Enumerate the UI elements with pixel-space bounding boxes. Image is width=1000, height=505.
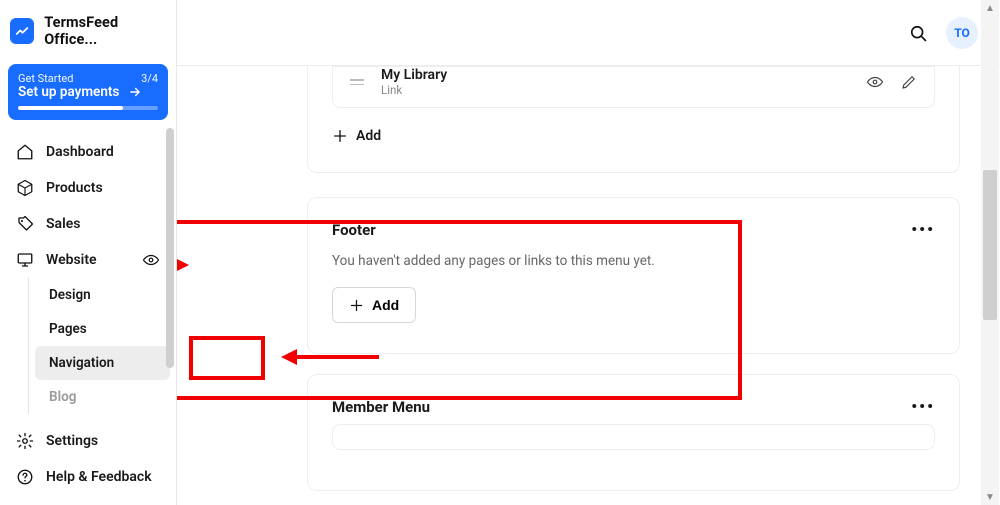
more-menu-icon[interactable]: ••• [911, 397, 935, 416]
tag-icon [16, 215, 34, 233]
pencil-icon[interactable] [900, 73, 918, 91]
page-scrollbar-thumb[interactable] [983, 170, 997, 320]
scrollbar-up-arrow[interactable]: ▲ [981, 0, 999, 16]
sidebar-subitem-design[interactable]: Design [35, 278, 170, 312]
search-icon[interactable] [908, 23, 928, 43]
sidebar-item-sales[interactable]: Sales [6, 206, 170, 242]
sidebar-item-settings[interactable]: Settings [6, 423, 170, 459]
get-started-banner[interactable]: Get Started 3/4 Set up payments [8, 64, 168, 120]
card-title: Member Menu [332, 398, 430, 416]
menu-row[interactable]: My Library Link [333, 66, 934, 107]
get-started-progress: 3/4 [141, 72, 158, 85]
home-icon [16, 143, 34, 161]
monitor-icon [16, 251, 34, 269]
row-subtitle: Link [381, 83, 850, 97]
card-top-menu: Link My Library Link [307, 66, 960, 173]
more-menu-icon[interactable]: ••• [911, 220, 935, 239]
sidebar-item-label: Help & Feedback [46, 469, 152, 485]
card-footer: Footer ••• You haven't added any pages o… [307, 197, 960, 354]
card-title: Footer [332, 221, 376, 239]
add-item-link[interactable]: Add [332, 122, 381, 150]
row-title: My Library [381, 67, 850, 83]
sidebar-subitem-pages[interactable]: Pages [35, 312, 170, 346]
get-started-cta: Set up payments [18, 84, 119, 100]
get-started-progress-bar [18, 106, 158, 110]
arrow-right-icon [127, 85, 143, 99]
gear-icon [16, 432, 34, 450]
eye-icon[interactable] [866, 73, 884, 91]
sidebar-subitem-blog[interactable]: Blog [35, 380, 170, 414]
sidebar-item-products[interactable]: Products [6, 170, 170, 206]
card-description: You haven't added any pages or links to … [332, 253, 935, 269]
sidebar-subitem-navigation[interactable]: Navigation [35, 346, 170, 380]
sidebar-item-label: Settings [46, 433, 98, 449]
sidebar-item-website[interactable]: Website [6, 242, 170, 278]
drag-handle-icon[interactable] [349, 79, 365, 85]
brand[interactable]: TermsFeed Office... [0, 0, 176, 64]
page-scrollbar[interactable]: ▲ ▼ [981, 0, 999, 505]
help-icon [16, 468, 34, 486]
plus-icon [332, 128, 348, 144]
box-icon [16, 179, 34, 197]
sidebar-item-label: Sales [46, 216, 80, 232]
eye-icon[interactable] [142, 251, 160, 269]
sidebar-item-label: Website [46, 252, 97, 268]
brand-name: TermsFeed Office... [44, 14, 166, 48]
sidebar-item-dashboard[interactable]: Dashboard [6, 134, 170, 170]
sidebar-item-label: Products [46, 180, 103, 196]
plus-icon [349, 298, 364, 313]
brand-logo [10, 18, 34, 44]
avatar[interactable]: TO [946, 17, 978, 49]
sidebar-item-label: Dashboard [46, 144, 114, 160]
get-started-label: Get Started [18, 72, 73, 85]
annotation-arrow-icon [177, 256, 189, 274]
sidebar-item-help[interactable]: Help & Feedback [6, 459, 170, 495]
scrollbar-down-arrow[interactable]: ▼ [981, 489, 999, 505]
add-button[interactable]: Add [332, 287, 416, 323]
annotation-highlight-box [189, 336, 265, 380]
sidebar-scrollbar-thumb[interactable] [166, 128, 174, 368]
card-member-menu: Member Menu ••• [307, 374, 960, 491]
